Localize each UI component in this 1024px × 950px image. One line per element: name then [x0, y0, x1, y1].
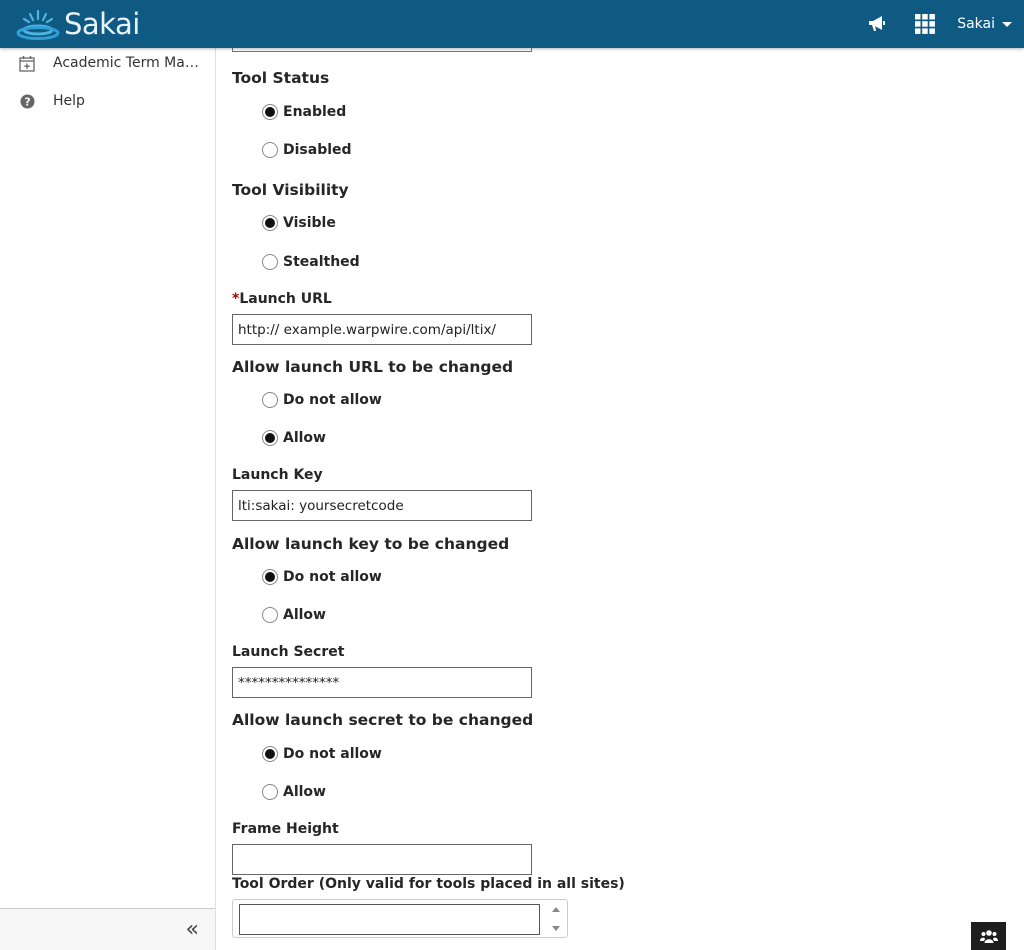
radio-button[interactable]: [262, 746, 278, 762]
collapse-sidebar-button[interactable]: «: [0, 908, 215, 950]
bullhorn-icon: [869, 16, 886, 31]
tool-order-input[interactable]: [239, 904, 540, 935]
user-menu-label: Sakai: [957, 16, 995, 32]
calendar-plus-icon: [18, 54, 36, 72]
launch-secret-input[interactable]: ***************: [232, 667, 532, 698]
sidebar-item-academic-term-manager[interactable]: Academic Term Man...: [0, 44, 215, 82]
allow-secret-change-allow-radio[interactable]: Allow: [262, 784, 326, 800]
tool-order-spinner: [232, 899, 568, 938]
allow-url-change-allow-radio[interactable]: Allow: [262, 430, 326, 446]
spinner-up-icon[interactable]: [552, 907, 560, 912]
allow-key-change-allow-radio[interactable]: Allow: [262, 607, 326, 623]
radio-label: Allow: [283, 784, 326, 800]
allow-url-change-heading: Allow launch URL to be changed: [232, 358, 514, 376]
radio-label: Do not allow: [283, 746, 382, 762]
tool-order-label: Tool Order (Only valid for tools placed …: [232, 876, 625, 892]
radio-button[interactable]: [262, 215, 278, 231]
tool-status-disabled-radio[interactable]: Disabled: [262, 142, 352, 158]
svg-text:?: ?: [24, 96, 30, 108]
radio-button[interactable]: [262, 392, 278, 408]
radio-label: Do not allow: [283, 569, 382, 585]
radio-label: Do not allow: [283, 392, 382, 408]
sakai-logo-icon: [16, 9, 60, 40]
sidebar-item-label: Academic Term Man...: [53, 55, 203, 71]
radio-label: Stealthed: [283, 254, 360, 270]
sidebar-item-label: Help: [53, 93, 85, 109]
launch-url-label: *Launch URL: [232, 291, 332, 307]
double-chevron-left-icon: «: [185, 917, 199, 942]
sakai-logo[interactable]: Sakai: [16, 6, 140, 42]
launch-key-label: Launch Key: [232, 467, 323, 483]
radio-label: Visible: [283, 215, 336, 231]
launch-key-input[interactable]: lti:sakai: yoursecretcode: [232, 490, 532, 521]
radio-label: Disabled: [283, 142, 352, 158]
grid-icon: [915, 14, 936, 34]
frame-height-input[interactable]: [232, 844, 532, 875]
apps-grid-button[interactable]: [901, 0, 949, 48]
radio-button[interactable]: [262, 104, 278, 120]
tool-status-enabled-radio[interactable]: Enabled: [262, 104, 346, 120]
allow-key-change-heading: Allow launch key to be changed: [232, 535, 510, 553]
notifications-button[interactable]: [853, 0, 901, 48]
question-circle-icon: ?: [18, 92, 36, 110]
sidebar-item-help[interactable]: ? Help: [0, 82, 215, 120]
sidebar: Academic Term Man... ? Help «: [0, 48, 216, 950]
radio-button[interactable]: [262, 607, 278, 623]
radio-label: Allow: [283, 430, 326, 446]
top-navigation-bar: Sakai Sakai: [0, 0, 1024, 48]
radio-button[interactable]: [262, 430, 278, 446]
allow-url-change-do-not-allow-radio[interactable]: Do not allow: [262, 392, 382, 408]
caret-down-icon: [1002, 21, 1012, 27]
users-icon: [979, 930, 998, 943]
radio-button[interactable]: [262, 569, 278, 585]
allow-secret-change-heading: Allow launch secret to be changed: [232, 711, 534, 729]
tool-status-heading: Tool Status: [232, 69, 330, 87]
radio-label: Allow: [283, 607, 326, 623]
user-menu-button[interactable]: Sakai: [949, 16, 1024, 32]
launch-url-input[interactable]: http:// example.warpwire.com/api/ltix/: [232, 314, 532, 345]
launch-url-label-text: Launch URL: [239, 291, 332, 307]
spinner-buttons: [549, 904, 563, 934]
allow-key-change-do-not-allow-radio[interactable]: Do not allow: [262, 569, 382, 585]
tool-visibility-heading: Tool Visibility: [232, 181, 349, 199]
frame-height-label: Frame Height: [232, 821, 339, 837]
radio-button[interactable]: [262, 254, 278, 270]
roster-button[interactable]: [971, 922, 1006, 950]
radio-button[interactable]: [262, 142, 278, 158]
launch-secret-label: Launch Secret: [232, 644, 345, 660]
tool-visibility-stealthed-radio[interactable]: Stealthed: [262, 254, 360, 270]
radio-button[interactable]: [262, 784, 278, 800]
allow-secret-change-do-not-allow-radio[interactable]: Do not allow: [262, 746, 382, 762]
tool-visibility-visible-radio[interactable]: Visible: [262, 215, 336, 231]
logo-text: Sakai: [64, 7, 140, 41]
spinner-down-icon[interactable]: [552, 926, 560, 931]
radio-label: Enabled: [283, 104, 347, 120]
